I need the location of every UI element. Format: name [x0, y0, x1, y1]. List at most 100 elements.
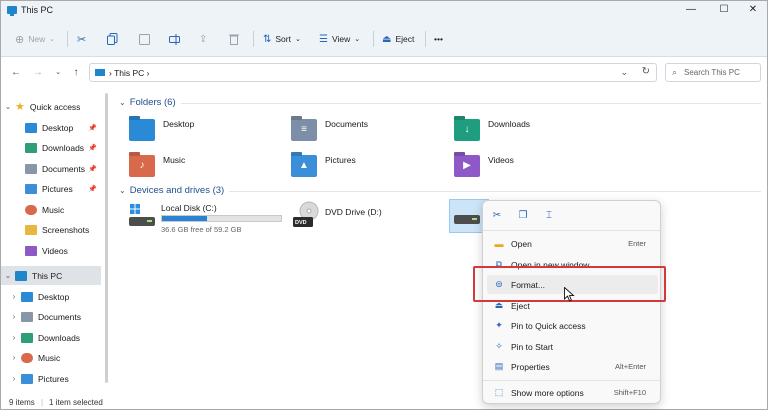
sidebar-item-this-pc[interactable]: ⌄ This PC [1, 266, 101, 285]
chevron-right-icon[interactable]: › [7, 292, 21, 301]
refresh-icon[interactable]: ↻ [642, 66, 650, 77]
sort-button[interactable]: ⇅ Sort ⌄ [263, 31, 301, 47]
search-box[interactable]: ⌕ [665, 63, 761, 82]
this-pc-icon [15, 270, 27, 281]
pictures-folder-icon [25, 183, 37, 194]
sidebar-item-pc-downloads[interactable]: › Downloads [1, 328, 101, 347]
chevron-down-icon[interactable]: ⌄ [119, 186, 126, 195]
status-item-count: 9 items [9, 398, 35, 407]
drive-local-disk-c[interactable]: Local Disk (C:) 36.6 GB free of 59.2 GB [129, 201, 289, 235]
breadcrumb-this-pc[interactable]: This PC [114, 68, 144, 78]
paste-button[interactable] [139, 31, 150, 47]
shortcut-label: Enter [628, 239, 646, 248]
chevron-right-icon[interactable]: › [7, 312, 21, 321]
address-dropdown-icon[interactable]: ⌄ [620, 67, 628, 78]
downloads-folder-icon: ↓ [454, 119, 480, 141]
downloads-folder-icon [25, 142, 37, 153]
rename-button[interactable] [169, 31, 181, 47]
sidebar-item-videos[interactable]: Videos [1, 241, 101, 260]
address-bar[interactable]: › This PC › ⌄ ↻ [89, 63, 657, 82]
new-button[interactable]: ⊕ New ⌄ [15, 31, 55, 47]
search-icon: ⌕ [672, 67, 678, 77]
downloads-folder-icon [21, 332, 33, 343]
pictures-folder-icon: ▲ [291, 155, 317, 177]
sidebar-item-pc-documents[interactable]: › Documents [1, 307, 101, 326]
chevron-down-icon[interactable]: ⌄ [1, 271, 15, 280]
drives-header-label: Devices and drives (3) [129, 185, 225, 196]
folder-downloads[interactable]: ↓ Downloads [454, 119, 530, 141]
desktop-folder-icon [21, 291, 33, 302]
more-options-button[interactable]: ••• [434, 31, 443, 47]
folder-label: Music [163, 155, 186, 165]
menu-item-open[interactable]: ▬ Open Enter [487, 234, 658, 253]
sidebar-item-music[interactable]: Music [1, 200, 101, 219]
chevron-down-icon: ⌄ [49, 36, 56, 43]
sidebar-item-desktop[interactable]: Desktop 📌 [1, 118, 101, 137]
sidebar-item-pc-music[interactable]: › Music [1, 348, 101, 367]
sidebar-item-pc-pictures[interactable]: › Pictures [1, 369, 101, 388]
folder-desktop[interactable]: Desktop [129, 119, 194, 141]
rename-icon[interactable]: ⌶ [541, 208, 557, 224]
trash-icon [229, 34, 239, 45]
copy-button[interactable] [107, 31, 118, 47]
menu-item-pin-start[interactable]: ✧ Pin to Start [487, 337, 658, 356]
cut-icon[interactable]: ✂ [489, 208, 505, 224]
mouse-cursor-icon [564, 287, 575, 302]
screenshots-folder-icon [25, 224, 37, 235]
folder-music[interactable]: ♪ Music [129, 155, 185, 177]
this-pc-icon [7, 6, 17, 16]
folder-documents[interactable]: ≡ Documents [291, 119, 368, 141]
chevron-right-icon[interactable]: › [7, 374, 21, 383]
maximize-button[interactable]: ☐ [714, 3, 734, 17]
open-folder-icon: ▬ [494, 238, 504, 249]
close-button[interactable]: ✕ [743, 3, 763, 17]
drive-usage-bar [161, 215, 282, 222]
chevron-right-icon[interactable]: › [7, 333, 21, 342]
sidebar-item-screenshots[interactable]: Screenshots [1, 220, 101, 239]
folder-videos[interactable]: ▶ Videos [454, 155, 514, 177]
eject-button[interactable]: ⏏ Eject [382, 31, 414, 47]
search-input[interactable] [684, 65, 758, 80]
cut-button[interactable]: ✂ [77, 31, 86, 47]
delete-button[interactable] [229, 31, 239, 47]
forward-button[interactable]: → [31, 66, 45, 80]
folders-group-header[interactable]: ⌄ Folders (6) [119, 97, 176, 108]
chevron-down-icon[interactable]: ⌄ [1, 102, 15, 111]
window-title: This PC [21, 5, 54, 15]
copy-icon[interactable]: ❐ [515, 208, 531, 224]
sidebar-item-documents[interactable]: Documents 📌 [1, 159, 101, 178]
plus-icon: ⊕ [15, 33, 25, 46]
breadcrumb-separator: › [109, 68, 112, 78]
drives-group-header[interactable]: ⌄ Devices and drives (3) [119, 185, 224, 196]
chevron-right-icon[interactable]: › [7, 353, 21, 362]
breadcrumb[interactable]: › This PC › [109, 68, 150, 78]
up-button[interactable]: ↑ [69, 66, 83, 80]
sidebar-item-label: Quick access [29, 101, 81, 112]
menu-item-pin-quick-access[interactable]: ✦ Pin to Quick access [487, 316, 658, 335]
drive-dvd-d[interactable]: DVD DVD Drive (D:) [293, 201, 433, 235]
share-button[interactable]: ⇪ [199, 31, 207, 47]
sidebar-item-quick-access[interactable]: ⌄ ★ Quick access [1, 97, 101, 116]
context-menu: ✂ ❐ ⌶ ▬ Open Enter ⧉ Open in new window … [482, 200, 662, 404]
view-button[interactable]: ☰ View ⌄ [319, 31, 360, 47]
recent-dropdown-button[interactable]: ⌄ [51, 66, 65, 80]
pin-icon: 📌 [88, 124, 97, 132]
sidebar-item-label: Screenshots [42, 224, 90, 235]
sidebar-item-label: Videos [42, 245, 68, 256]
menu-item-show-more-options[interactable]: ⬚ Show more options Shift+F10 [487, 383, 658, 402]
folder-pictures[interactable]: ▲ Pictures [291, 155, 356, 177]
sidebar-item-downloads[interactable]: Downloads 📌 [1, 138, 101, 157]
back-button[interactable]: ← [9, 66, 23, 80]
scissors-icon: ✂ [77, 33, 87, 46]
hard-drive-icon [454, 215, 480, 224]
sidebar-item-pictures[interactable]: Pictures 📌 [1, 179, 101, 198]
videos-folder-icon [25, 245, 37, 256]
minimize-button[interactable]: — [681, 3, 701, 17]
title-bar: This PC — ☐ ✕ [1, 1, 767, 21]
menu-item-properties[interactable]: ▤ Properties Alt+Enter [487, 357, 658, 376]
chevron-down-icon[interactable]: ⌄ [119, 98, 126, 107]
view-label: View [331, 34, 351, 44]
sidebar-item-pc-desktop[interactable]: › Desktop [1, 287, 101, 306]
sidebar-scrollbar[interactable] [105, 93, 108, 383]
drive-free-space: 36.6 GB free of 59.2 GB [161, 225, 242, 234]
